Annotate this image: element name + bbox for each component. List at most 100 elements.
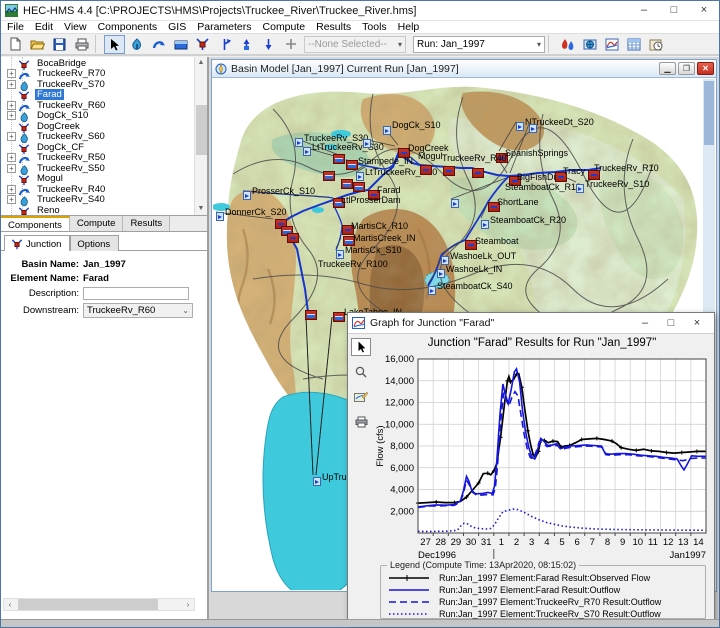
element-DogCk_S10-source[interactable] — [383, 126, 391, 135]
save-button[interactable] — [49, 35, 70, 54]
expander-icon[interactable]: + — [7, 132, 16, 141]
subbasin-tool[interactable] — [126, 35, 147, 54]
zoom-tool-icon[interactable] — [351, 363, 371, 381]
menu-item-components[interactable]: Components — [98, 21, 158, 33]
expander-icon[interactable]: + — [7, 185, 16, 194]
tree-item-truckeerv_r70[interactable]: +TruckeeRv_R70 — [7, 69, 207, 80]
menu-item-gis[interactable]: GIS — [168, 21, 186, 33]
element-WashoeLk_IN-source[interactable] — [437, 269, 445, 278]
minimize-button[interactable]: – — [629, 1, 659, 20]
tree-item-truckeerv_s50[interactable]: +TruckeeRv_S50 — [7, 163, 207, 174]
element-node[interactable] — [333, 154, 345, 164]
basin-restore-button[interactable]: ❐ — [678, 62, 695, 75]
menu-item-file[interactable]: File — [7, 21, 24, 33]
tab-results[interactable]: Results — [123, 216, 170, 231]
basin-close-button[interactable]: ✕ — [697, 62, 714, 75]
scroll-right-arrow[interactable]: › — [182, 600, 194, 609]
sink-tool[interactable] — [258, 35, 279, 54]
basin-window-titlebar[interactable]: Basin Model [Jan_1997] Current Run [Jan_… — [212, 60, 716, 78]
table-icon[interactable] — [623, 35, 644, 54]
new-file-button[interactable] — [5, 35, 26, 54]
element-node[interactable] — [443, 166, 455, 176]
menu-item-help[interactable]: Help — [398, 21, 420, 33]
scrollbar-thumb[interactable] — [18, 599, 158, 610]
edit-graph-icon[interactable] — [351, 388, 371, 406]
element-NTruckeeDt_S20-source[interactable] — [516, 122, 524, 131]
run-selector-dropdown[interactable]: Run: Jan_1997▾ — [413, 36, 545, 53]
scroll-left-arrow[interactable]: ‹ — [4, 600, 16, 609]
tree-item-truckeerv_s70[interactable]: +TruckeeRv_S70 — [7, 79, 207, 90]
downstream-dropdown[interactable]: TruckeeRv_R60 ⌄ — [83, 303, 193, 318]
tree-item-truckeerv_r60[interactable]: +TruckeeRv_R60 — [7, 100, 207, 111]
basin-minimize-button[interactable]: ▁ — [659, 62, 676, 75]
element-SteamboatCk_S40-source[interactable] — [428, 286, 436, 295]
element-Stampede_IN[interactable] — [346, 160, 358, 170]
tree-item-reno[interactable]: Reno — [7, 205, 207, 215]
menu-item-parameters[interactable]: Parameters — [197, 21, 251, 33]
element-node-source[interactable] — [451, 199, 459, 208]
menu-item-compute[interactable]: Compute — [263, 21, 306, 33]
source-tool[interactable] — [236, 35, 257, 54]
tree-item-truckeerv_r40[interactable]: +TruckeeRv_R40 — [7, 184, 207, 195]
add-tool[interactable] — [280, 35, 301, 54]
tab-components[interactable]: Components — [1, 216, 70, 231]
print-graph-icon[interactable] — [351, 413, 371, 431]
close-button[interactable]: × — [689, 1, 719, 20]
element-LtTruckeeRv_R20-source[interactable] — [356, 172, 364, 181]
element-node-source[interactable] — [363, 139, 371, 148]
menu-item-tools[interactable]: Tools — [362, 21, 387, 33]
element-ProsserCk_S10-source[interactable] — [243, 191, 251, 200]
open-file-button[interactable] — [27, 35, 48, 54]
element-TruckeeRv_S30-source[interactable] — [295, 138, 303, 147]
expander-icon[interactable]: + — [7, 111, 16, 120]
tree-item-truckeerv_s40[interactable]: +TruckeeRv_S40 — [7, 195, 207, 206]
select-arrow-tool[interactable] — [104, 35, 125, 54]
element-UpTruck-source[interactable] — [313, 477, 321, 486]
graph-close-button[interactable]: × — [684, 317, 710, 329]
element-node[interactable] — [341, 179, 353, 189]
compute-icon[interactable] — [557, 35, 578, 54]
print-button[interactable] — [71, 35, 92, 54]
expander-icon[interactable]: + — [7, 195, 16, 204]
expander-icon[interactable]: + — [7, 153, 16, 162]
pointer-tool-icon[interactable] — [351, 338, 371, 356]
element-node[interactable] — [287, 233, 299, 243]
optimization-icon[interactable] — [579, 35, 600, 54]
description-field[interactable] — [83, 287, 189, 300]
tree-item-bocabridge[interactable]: BocaBridge — [7, 58, 207, 69]
tree-item-farad[interactable]: Farad — [7, 90, 207, 101]
expander-icon[interactable]: + — [7, 164, 16, 173]
tree-item-dogck_cf[interactable]: DogCk_CF — [7, 142, 207, 153]
reservoir-tool[interactable] — [170, 35, 191, 54]
tree-item-truckeerv_s60[interactable]: +TruckeeRv_S60 — [7, 132, 207, 143]
menu-item-edit[interactable]: Edit — [35, 21, 53, 33]
editor-tab-junction[interactable]: Junction — [4, 235, 70, 251]
menu-item-results[interactable]: Results — [316, 21, 351, 33]
element-node-source[interactable] — [529, 124, 537, 133]
junction-tool[interactable] — [192, 35, 213, 54]
graph-minimize-button[interactable]: – — [632, 317, 658, 329]
graph-maximize-button[interactable]: □ — [658, 317, 684, 329]
tree-item-mogul[interactable]: Mogul — [7, 174, 207, 185]
element-TruckeeRv_S10-source[interactable] — [576, 184, 584, 193]
menu-item-view[interactable]: View — [64, 21, 87, 33]
element-node[interactable] — [353, 182, 365, 192]
graph-window-titlebar[interactable]: Graph for Junction "Farad" – □ × — [348, 313, 714, 334]
tree-item-truckeerv_r50[interactable]: +TruckeeRv_R50 — [7, 153, 207, 164]
element-DonnerCk_S20-source[interactable] — [216, 212, 224, 221]
element-TruckeeRv_R40[interactable] — [472, 168, 484, 178]
element-node[interactable] — [305, 310, 317, 320]
editor-tab-options[interactable]: Options — [70, 235, 119, 251]
graph-icon[interactable] — [601, 35, 622, 54]
expander-icon[interactable]: + — [7, 80, 16, 89]
reach-tool[interactable] — [148, 35, 169, 54]
element-node[interactable] — [323, 171, 335, 181]
time-window-icon[interactable] — [645, 35, 666, 54]
diversion-tool[interactable] — [214, 35, 235, 54]
tree-item-dogcreek[interactable]: DogCreek — [7, 121, 207, 132]
panel-horizontal-scrollbar[interactable]: ‹ › — [3, 598, 195, 611]
expander-icon[interactable]: + — [7, 101, 16, 110]
tab-compute[interactable]: Compute — [70, 216, 124, 231]
tree-item-dogck_s10[interactable]: +DogCk_S10 — [7, 111, 207, 122]
expander-icon[interactable]: + — [7, 69, 16, 78]
